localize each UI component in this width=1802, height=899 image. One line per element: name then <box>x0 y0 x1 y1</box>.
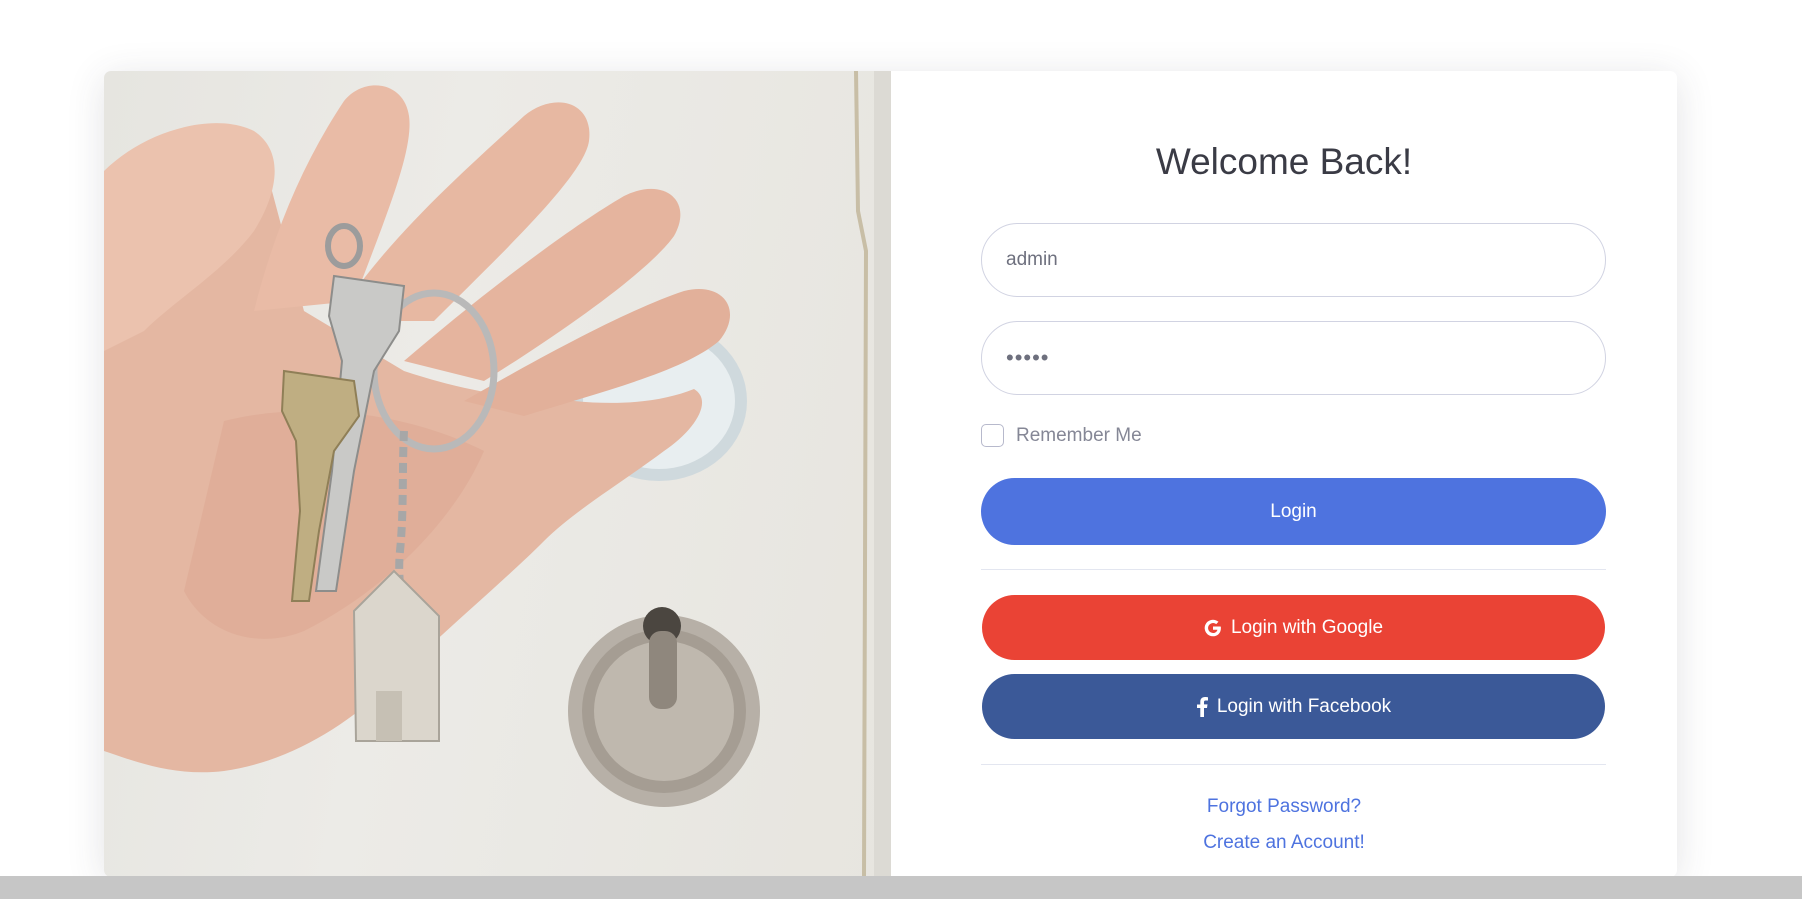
login-button-label: Login <box>1270 500 1317 522</box>
google-icon <box>1204 619 1222 637</box>
hand-with-keys-image <box>104 71 891 877</box>
page-title: Welcome Back! <box>1155 141 1413 182</box>
facebook-icon <box>1196 696 1208 717</box>
login-google-button[interactable]: Login with Google <box>982 595 1605 660</box>
login-facebook-label: Login with Facebook <box>1216 695 1392 717</box>
username-value: admin <box>1006 249 1058 270</box>
remember-me[interactable]: Remember Me <box>981 424 1142 447</box>
divider <box>981 764 1606 765</box>
divider <box>981 569 1606 570</box>
login-button[interactable]: Login <box>981 478 1606 545</box>
create-account-link[interactable]: Create an Account! <box>891 832 1677 854</box>
horizontal-scrollbar[interactable] <box>0 876 1802 899</box>
remember-me-checkbox[interactable] <box>981 424 1004 447</box>
password-input[interactable]: ••••• <box>981 321 1606 395</box>
login-facebook-button[interactable]: Login with Facebook <box>982 674 1605 739</box>
remember-me-label: Remember Me <box>1016 424 1142 446</box>
login-google-label: Login with Google <box>1230 616 1384 638</box>
login-form: Welcome Back! admin ••••• Remember Me Lo… <box>891 71 1677 877</box>
login-card: Welcome Back! admin ••••• Remember Me Lo… <box>104 71 1677 877</box>
forgot-password-link[interactable]: Forgot Password? <box>891 796 1677 818</box>
password-value: ••••• <box>1006 345 1050 370</box>
username-input[interactable]: admin <box>981 223 1606 297</box>
